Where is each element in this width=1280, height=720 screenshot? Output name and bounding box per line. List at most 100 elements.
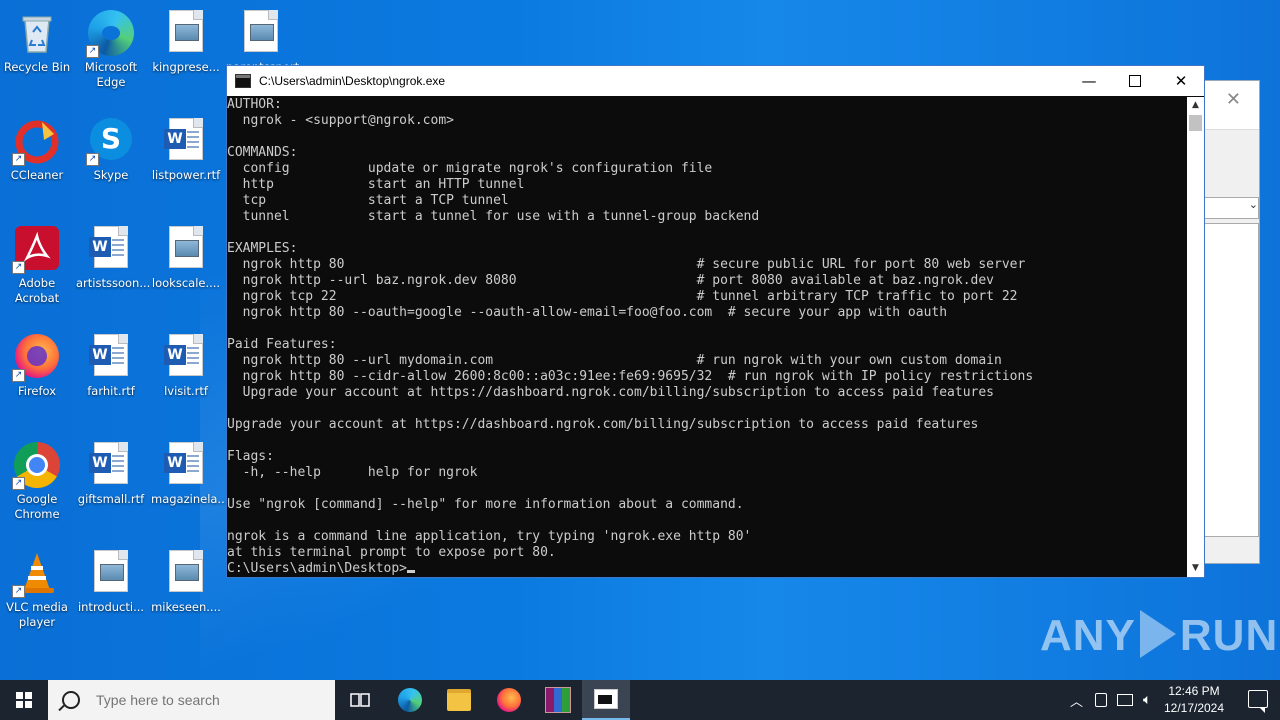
firefox-icon: ↗ — [12, 334, 60, 382]
edge-icon — [398, 688, 422, 712]
image-file-icon — [163, 550, 209, 596]
word-document-icon: W — [88, 334, 134, 380]
icon-label: lookscale.... — [151, 276, 221, 290]
desktop-icon-vlc[interactable]: ↗ VLC media player — [0, 544, 74, 630]
usb-device-icon[interactable] — [1095, 693, 1108, 707]
icon-label: mikeseen.... — [151, 600, 221, 614]
desktop-icon-listpower[interactable]: W listpower.rtf — [149, 112, 223, 183]
icon-label: kingprese... — [152, 60, 220, 74]
minimize-button[interactable]: — — [1066, 66, 1112, 96]
console-titlebar[interactable]: C:\Users\admin\Desktop\ngrok.exe — ✕ — [227, 66, 1204, 96]
taskbar-firefox[interactable] — [485, 680, 533, 720]
task-view-icon — [350, 693, 370, 707]
icon-label: Adobe Acrobat — [14, 276, 60, 305]
taskbar-file-explorer[interactable] — [435, 680, 483, 720]
close-icon[interactable]: ✕ — [1226, 89, 1241, 110]
icon-label: magazinela... — [151, 492, 229, 506]
icon-label: introducti... — [77, 600, 145, 614]
scrollbar-thumb[interactable] — [1189, 115, 1202, 131]
watermark-left: ANY — [1040, 611, 1136, 660]
chevron-down-icon: ⌄ — [1248, 198, 1258, 211]
image-file-icon — [163, 10, 209, 56]
recycle-bin-icon — [14, 10, 60, 56]
taskbar-clock[interactable]: 12:46 PM 12/17/2024 — [1158, 683, 1230, 717]
windows-logo-icon — [16, 692, 32, 708]
play-icon — [1139, 610, 1176, 658]
taskbar-winrar[interactable] — [534, 680, 582, 720]
desktop-icon-farhit[interactable]: W farhit.rtf — [74, 328, 148, 399]
taskbar-console[interactable] — [582, 680, 630, 720]
image-file-icon — [88, 550, 134, 596]
winrar-icon — [545, 687, 571, 713]
background-window[interactable]: ✕ ⌄ — [1196, 80, 1260, 564]
desktop-icon-recycle-bin[interactable]: Recycle Bin — [0, 4, 74, 75]
desktop-icon-artistssoon[interactable]: W artistssoon... — [74, 220, 151, 291]
icon-label: VLC media player — [6, 600, 68, 629]
desktop-icon-mikeseen[interactable]: mikeseen.... — [149, 544, 223, 615]
icon-label: CCleaner — [10, 168, 64, 182]
icon-label: Microsoft Edge — [84, 60, 138, 89]
icon-label: Skype — [93, 168, 129, 182]
vlc-cone-icon: ↗ — [12, 550, 60, 598]
desktop-icon-adobe-acrobat[interactable]: ↗ Adobe Acrobat — [0, 220, 74, 306]
chrome-icon: ↗ — [12, 442, 60, 490]
desktop-icon-firefox[interactable]: ↗ Firefox — [0, 328, 74, 399]
task-view-button[interactable] — [336, 680, 384, 720]
search-input[interactable] — [94, 691, 328, 709]
network-icon[interactable] — [1117, 694, 1134, 706]
text-cursor — [407, 570, 416, 573]
icon-label: listpower.rtf — [151, 168, 221, 182]
command-prompt: C:\Users\admin\Desktop> — [227, 561, 408, 576]
speaker-icon[interactable]: 🔈︎ — [1143, 692, 1151, 708]
console-app-icon — [594, 689, 618, 709]
clock-time: 12:46 PM — [1168, 684, 1220, 698]
word-document-icon: W — [163, 442, 209, 488]
console-window[interactable]: C:\Users\admin\Desktop\ngrok.exe — ✕ AUT… — [226, 65, 1205, 578]
icon-label: artistssoon... — [76, 276, 151, 290]
icon-label: farhit.rtf — [87, 384, 135, 398]
icon-label: Google Chrome — [14, 492, 60, 521]
icon-label: lvisit.rtf — [164, 384, 208, 398]
word-document-icon: W — [88, 226, 134, 272]
icon-label: giftsmall.rtf — [77, 492, 145, 506]
desktop-icon-ccleaner[interactable]: ↗ CCleaner — [0, 112, 74, 183]
desktop-icon-microsoft-edge[interactable]: ↗ Microsoft Edge — [74, 4, 148, 90]
icon-label: Recycle Bin — [3, 60, 71, 74]
desktop-icon-giftsmall[interactable]: W giftsmall.rtf — [74, 436, 148, 507]
clock-date: 12/17/2024 — [1163, 701, 1225, 715]
desktop-icon-lookscale[interactable]: lookscale.... — [149, 220, 223, 291]
desktop-icon-magazinela[interactable]: W magazinela... — [149, 436, 229, 507]
desktop-icon-introducti[interactable]: introducti... — [74, 544, 148, 615]
desktop-icon-google-chrome[interactable]: ↗ Google Chrome — [0, 436, 74, 522]
close-icon: ✕ — [1174, 72, 1188, 90]
search-icon — [62, 691, 80, 709]
maximize-button[interactable] — [1112, 66, 1158, 96]
desktop-icon-skype[interactable]: S ↗ Skype — [74, 112, 148, 183]
image-file-icon — [163, 226, 209, 272]
word-document-icon: W — [88, 442, 134, 488]
taskbar-edge[interactable] — [386, 680, 434, 720]
close-button[interactable]: ✕ — [1158, 66, 1204, 96]
desktop-icon-kingprese[interactable]: kingprese... — [149, 4, 223, 75]
console-output[interactable]: AUTHOR: ngrok - <support@ngrok.com> COMM… — [227, 97, 1187, 577]
console-text: AUTHOR: ngrok - <support@ngrok.com> COMM… — [227, 97, 1034, 560]
start-button[interactable] — [0, 680, 48, 720]
scroll-down-icon[interactable]: ▼ — [1187, 560, 1204, 577]
vertical-scrollbar[interactable]: ▲ ▼ — [1187, 97, 1204, 577]
ccleaner-icon: ↗ — [12, 118, 60, 166]
word-document-icon: W — [163, 118, 209, 164]
maximize-icon — [1129, 75, 1141, 87]
desktop-icon-lvisit[interactable]: W lvisit.rtf — [149, 328, 223, 399]
skype-icon: S ↗ — [86, 118, 134, 166]
icon-label: Firefox — [17, 384, 57, 398]
chevron-up-icon[interactable]: ︿ — [1070, 691, 1083, 710]
word-document-icon: W — [163, 334, 209, 380]
dropdown-select[interactable]: ⌄ — [1203, 197, 1259, 219]
taskbar-search[interactable] — [48, 680, 335, 720]
notification-icon[interactable] — [1248, 690, 1268, 713]
console-app-icon — [235, 74, 251, 88]
scroll-up-icon[interactable]: ▲ — [1187, 97, 1204, 114]
acrobat-icon: ↗ — [12, 226, 60, 274]
list-panel — [1203, 223, 1259, 537]
edge-icon: ↗ — [86, 10, 134, 58]
